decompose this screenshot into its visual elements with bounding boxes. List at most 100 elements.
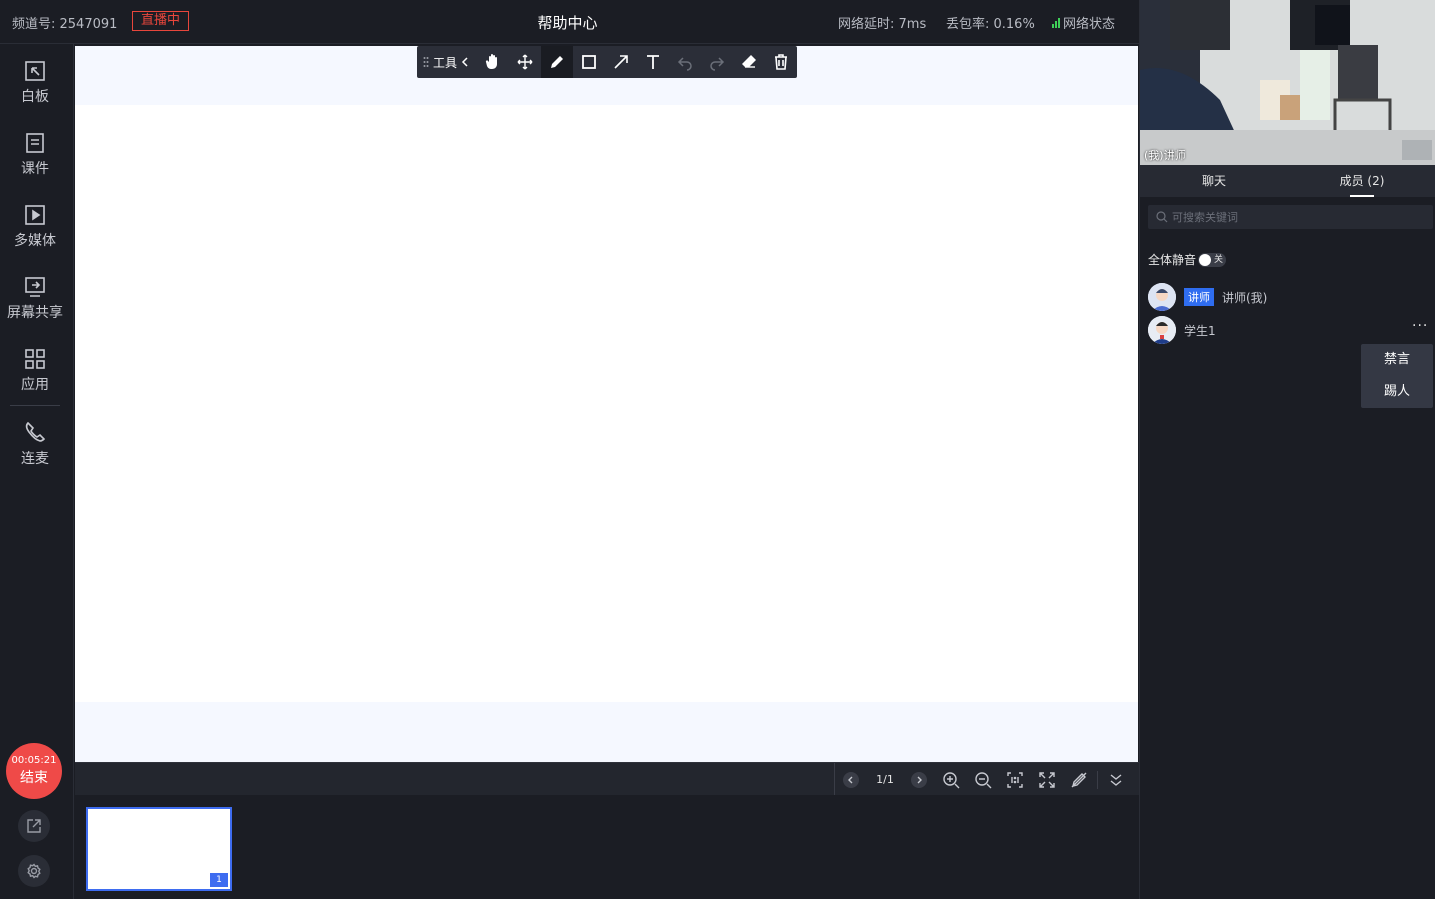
- chevron-left-icon: [461, 57, 468, 67]
- packet-loss: 丢包率: 0.16%: [946, 17, 1035, 32]
- text-icon: [647, 55, 659, 69]
- phone-icon: [25, 421, 46, 442]
- arrow-tool[interactable]: [605, 46, 637, 78]
- kick-member-item[interactable]: 踢人: [1361, 376, 1433, 408]
- eraser-tool[interactable]: [733, 46, 765, 78]
- divider: [1097, 770, 1098, 789]
- move-icon: [517, 54, 533, 70]
- undo-icon: [677, 57, 692, 71]
- teacher-avatar: [1148, 283, 1176, 311]
- member-action-menu: 禁言 踢人: [1361, 344, 1433, 408]
- nav-courseware[interactable]: 课件: [0, 132, 70, 178]
- zoom-out-button[interactable]: [967, 764, 999, 796]
- nav-label: 应用: [21, 377, 49, 393]
- share-link-button[interactable]: [18, 810, 50, 842]
- nav-label: 白板: [21, 89, 49, 105]
- eraser-icon: [742, 55, 756, 68]
- hand-tool[interactable]: [477, 46, 509, 78]
- mute-all-toggle[interactable]: 关: [1198, 252, 1227, 267]
- chevron-left-icon: [848, 776, 853, 783]
- page-control-bar: 1/1: [75, 762, 1139, 796]
- whiteboard-canvas[interactable]: [75, 105, 1138, 702]
- prev-page-button[interactable]: [835, 764, 867, 796]
- zoom-out-icon: [975, 771, 992, 788]
- screen-share-icon: [25, 277, 45, 297]
- external-link-icon: [27, 819, 41, 833]
- network-latency: 网络延时: 7ms: [838, 17, 927, 32]
- search-icon: [1156, 211, 1168, 223]
- move-tool[interactable]: [509, 46, 541, 78]
- tab-members[interactable]: 成员 (2): [1288, 165, 1435, 197]
- redo-tool[interactable]: [701, 46, 733, 78]
- gear-icon: [27, 863, 41, 879]
- toolbar-label: 工具: [433, 55, 458, 70]
- nav-label: 多媒体: [14, 233, 56, 249]
- tab-chat[interactable]: 聊天: [1140, 165, 1288, 197]
- page-indicator: 1/1: [876, 773, 894, 786]
- collapse-thumbnails-button[interactable]: [1100, 764, 1132, 796]
- member-row[interactable]: 学生1: [1148, 316, 1216, 344]
- redo-icon: [710, 57, 725, 71]
- network-status-button[interactable]: 网络状态: [1052, 13, 1115, 32]
- search-input[interactable]: [1172, 210, 1412, 224]
- nav-label: 连麦: [21, 451, 49, 467]
- end-label: 结束: [20, 770, 48, 786]
- annotation-off-icon: [1071, 772, 1087, 787]
- pager: 1/1: [834, 763, 1132, 796]
- whiteboard-area[interactable]: [75, 46, 1138, 762]
- collapse-icon: [1110, 773, 1122, 786]
- undo-tool[interactable]: [669, 46, 701, 78]
- zoom-in-icon: [943, 771, 960, 788]
- hand-icon: [485, 54, 497, 69]
- toggle-knob: [1199, 253, 1212, 266]
- nav-whiteboard[interactable]: 白板: [0, 60, 70, 106]
- avatar-icon: [1148, 283, 1176, 311]
- nav-label: 课件: [21, 161, 49, 177]
- video-label: (我)讲师: [1144, 149, 1186, 162]
- nav-multimedia[interactable]: 多媒体: [0, 204, 70, 250]
- left-nav: 白板 课件 多媒体 屏幕共享 应用 连麦 00:05:21 结束: [0, 44, 74, 899]
- nav-apps[interactable]: 应用: [0, 348, 70, 394]
- page-thumbnail[interactable]: 1: [86, 807, 232, 891]
- nav-co-host[interactable]: 连麦: [0, 420, 70, 468]
- end-class-button[interactable]: 00:05:21 结束: [6, 743, 62, 799]
- multimedia-icon: [25, 205, 45, 225]
- panel-tabs: 聊天 成员 (2): [1140, 165, 1435, 197]
- mute-all-row: 全体静音 关: [1148, 251, 1227, 268]
- drawing-toolbar: 工具: [417, 46, 797, 78]
- member-row[interactable]: 讲师 讲师(我): [1148, 283, 1267, 311]
- pen-tool[interactable]: [541, 46, 573, 78]
- toolbar-collapse-button[interactable]: 工具: [417, 54, 477, 71]
- text-tool[interactable]: [637, 46, 669, 78]
- elapsed-time: 00:05:21: [11, 755, 57, 766]
- next-page-button[interactable]: [903, 764, 935, 796]
- fullscreen-button[interactable]: [1031, 764, 1063, 796]
- pen-icon: [551, 56, 563, 68]
- chevron-right-icon: [917, 776, 922, 783]
- whiteboard-icon: [25, 61, 45, 81]
- annotation-toggle-button[interactable]: [1063, 764, 1095, 796]
- courseware-icon: [26, 133, 44, 153]
- nav-divider: [10, 405, 60, 406]
- teacher-video[interactable]: (我)讲师: [1140, 0, 1435, 165]
- thumbnail-strip: 1: [75, 795, 1139, 899]
- mute-all-label: 全体静音: [1148, 253, 1197, 267]
- member-name: 讲师(我): [1222, 290, 1268, 305]
- mute-member-item[interactable]: 禁言: [1361, 344, 1433, 376]
- actual-size-icon: [1007, 771, 1023, 788]
- right-panel: (我)讲师 聊天 成员 (2) 全体静音 关 讲师 讲师(我) 学生1 ··· …: [1139, 0, 1435, 899]
- signal-bars-icon: [1052, 17, 1060, 28]
- student-avatar: [1148, 316, 1176, 344]
- apps-icon: [25, 349, 45, 369]
- clear-tool[interactable]: [765, 46, 797, 78]
- rect-icon: [582, 55, 596, 69]
- actual-size-button[interactable]: [999, 764, 1031, 796]
- zoom-in-button[interactable]: [935, 764, 967, 796]
- trash-icon: [775, 54, 787, 70]
- settings-button[interactable]: [18, 855, 50, 887]
- fullscreen-icon: [1039, 771, 1055, 788]
- more-options-button[interactable]: ···: [1412, 318, 1428, 334]
- drag-handle-icon[interactable]: [423, 56, 429, 68]
- rectangle-tool[interactable]: [573, 46, 605, 78]
- nav-screen-share[interactable]: 屏幕共享: [0, 276, 70, 322]
